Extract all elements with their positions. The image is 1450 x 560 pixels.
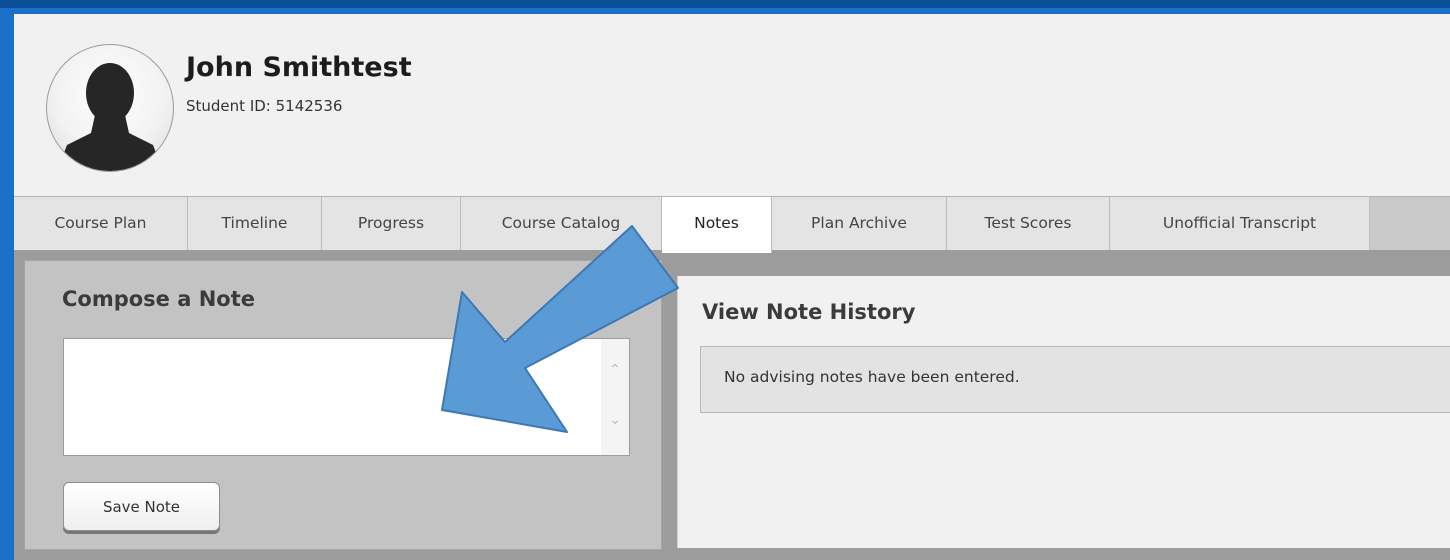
no-notes-message-box: No advising notes have been entered.: [700, 346, 1450, 413]
tab-test-scores[interactable]: Test Scores: [947, 197, 1110, 250]
tab-notes[interactable]: Notes: [662, 197, 772, 253]
save-note-button[interactable]: Save Note: [63, 482, 220, 531]
note-scrollbar[interactable]: ⌃ ⌄: [601, 339, 629, 455]
student-header: John Smithtest Student ID: 5142536: [14, 14, 1450, 196]
tab-plan-archive[interactable]: Plan Archive: [772, 197, 947, 250]
tab-course-plan[interactable]: Course Plan: [14, 197, 188, 250]
note-history-panel: View Note History No advising notes have…: [677, 276, 1450, 548]
student-id: Student ID: 5142536: [186, 97, 343, 115]
note-history-title: View Note History: [702, 300, 916, 324]
scroll-down-icon[interactable]: ⌄: [608, 413, 622, 427]
student-name: John Smithtest: [186, 52, 412, 83]
tab-unofficial-transcript[interactable]: Unofficial Transcript: [1110, 197, 1370, 250]
tab-bar: Course Plan Timeline Progress Course Cat…: [14, 196, 1450, 253]
scroll-up-icon[interactable]: ⌃: [608, 363, 622, 377]
no-notes-message: No advising notes have been entered.: [724, 368, 1020, 386]
window-frame-top: [0, 0, 1450, 8]
tab-progress[interactable]: Progress: [322, 197, 461, 250]
compose-note-title: Compose a Note: [62, 287, 255, 311]
tab-course-catalog[interactable]: Course Catalog: [461, 197, 662, 250]
tab-timeline[interactable]: Timeline: [188, 197, 322, 250]
person-silhouette-icon: [57, 63, 163, 171]
avatar: [46, 44, 174, 172]
note-textarea[interactable]: ⌃ ⌄: [63, 338, 630, 456]
note-text-input[interactable]: [64, 339, 599, 455]
